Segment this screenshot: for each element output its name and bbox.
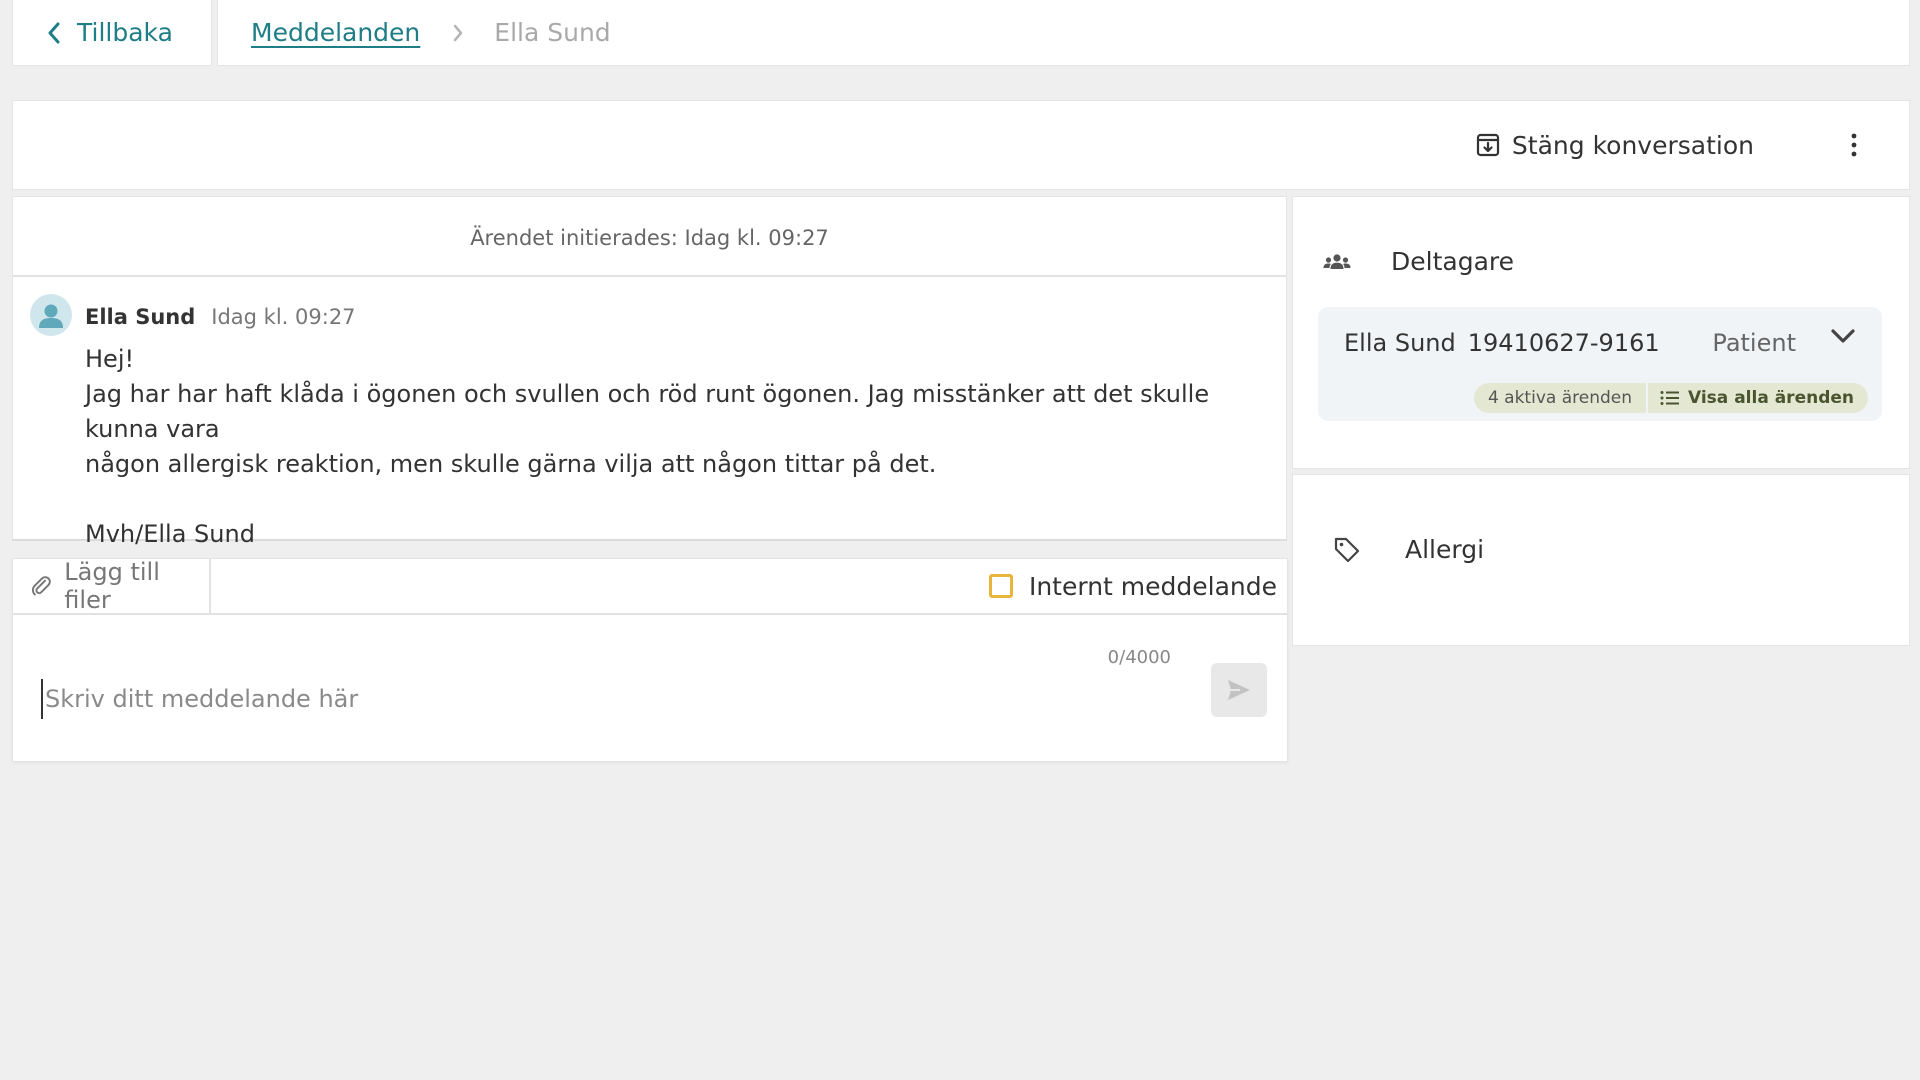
composer-toolbar: Lägg till filer Internt meddelande (13, 558, 1287, 615)
back-label: Tillbaka (77, 18, 173, 47)
show-all-cases-label: Visa alla ärenden (1688, 388, 1854, 408)
more-vertical-icon (1851, 133, 1857, 157)
message-line: Hej! (85, 345, 135, 373)
participants-title-label: Deltagare (1391, 247, 1514, 276)
message-composer: Lägg till filer Internt meddelande 0/400… (12, 558, 1288, 762)
message-time: Idag kl. 09:27 (211, 305, 356, 329)
internal-message-label: Internt meddelande (1028, 571, 1277, 601)
close-conversation-button[interactable]: Stäng konversation (1476, 101, 1754, 189)
participants-title: Deltagare (1323, 247, 1514, 276)
participant-name: Ella Sund 19410627-9161 (1344, 329, 1660, 357)
conversation-action-bar: Stäng konversation (12, 100, 1910, 190)
breadcrumb-messages-link[interactable]: Meddelanden (251, 18, 420, 47)
internal-message-checkbox[interactable] (988, 574, 1013, 598)
tags-panel: Allergi (1292, 474, 1910, 646)
cases-chip-group: 4 aktiva ärenden Visa alla ärenden (1473, 383, 1868, 413)
list-icon (1660, 391, 1679, 405)
participant-personal-number: 19410627-9161 (1467, 329, 1660, 357)
internal-message-toggle[interactable]: Internt meddelande (988, 559, 1277, 613)
back-button[interactable]: Tillbaka (12, 0, 212, 66)
expand-participant-button[interactable] (1830, 327, 1856, 349)
participant-card: Ella Sund 19410627-9161 Patient 4 aktiva … (1318, 307, 1882, 421)
tag-label: Allergi (1405, 535, 1485, 564)
send-button[interactable] (1211, 663, 1267, 717)
add-files-label: Lägg till filer (64, 558, 160, 614)
participants-panel: Deltagare Ella Sund 19410627-9161 Patient… (1292, 196, 1910, 469)
close-conversation-label: Stäng konversation (1511, 130, 1754, 160)
breadcrumb-current: Ella Sund (494, 18, 611, 47)
message-header: Ella Sund Idag kl. 09:27 (85, 293, 1286, 333)
tag-icon (1334, 537, 1360, 562)
avatar (30, 294, 72, 336)
breadcrumb: Meddelanden Ella Sund (217, 0, 1910, 66)
message-line: Jag har har haft klåda i ögonen och svul… (85, 380, 1210, 443)
send-icon (1228, 680, 1250, 700)
add-files-button[interactable]: Lägg till filer (13, 558, 211, 614)
more-options-button[interactable] (1851, 101, 1857, 189)
message-thread: Ärendet initierades: Idag kl. 09:27 Ella… (12, 196, 1287, 548)
top-bar: Tillbaka Meddelanden Ella Sund (12, 0, 1910, 66)
message-item: Ella Sund Idag kl. 09:27 Hej! Jag har ha… (13, 277, 1286, 552)
archive-box-icon (1476, 133, 1500, 157)
message-line: Mvh/Ella Sund (85, 520, 255, 548)
participant-role: Patient (1712, 329, 1796, 357)
character-counter: 0/4000 (1107, 647, 1171, 668)
chevron-right-icon (452, 23, 464, 43)
chevron-down-icon (1831, 329, 1855, 343)
user-icon (39, 304, 63, 328)
paperclip-icon (31, 576, 51, 596)
message-body: Hej! Jag har har haft klåda i ögonen och… (85, 342, 1265, 552)
group-icon (1323, 253, 1351, 269)
chevron-left-icon (48, 22, 60, 43)
message-input[interactable] (41, 679, 1141, 719)
tag-item: Allergi (1333, 535, 1484, 564)
message-line: någon allergisk reaktion, men skulle gär… (85, 450, 937, 478)
thread-initiated-info: Ärendet initierades: Idag kl. 09:27 (13, 197, 1286, 277)
show-all-cases-button[interactable]: Visa alla ärenden (1648, 383, 1868, 413)
participant-name-text: Ella Sund (1344, 329, 1456, 357)
active-cases-badge: 4 aktiva ärenden (1474, 383, 1648, 413)
message-line-blank (85, 482, 1265, 517)
message-author: Ella Sund (85, 305, 196, 329)
